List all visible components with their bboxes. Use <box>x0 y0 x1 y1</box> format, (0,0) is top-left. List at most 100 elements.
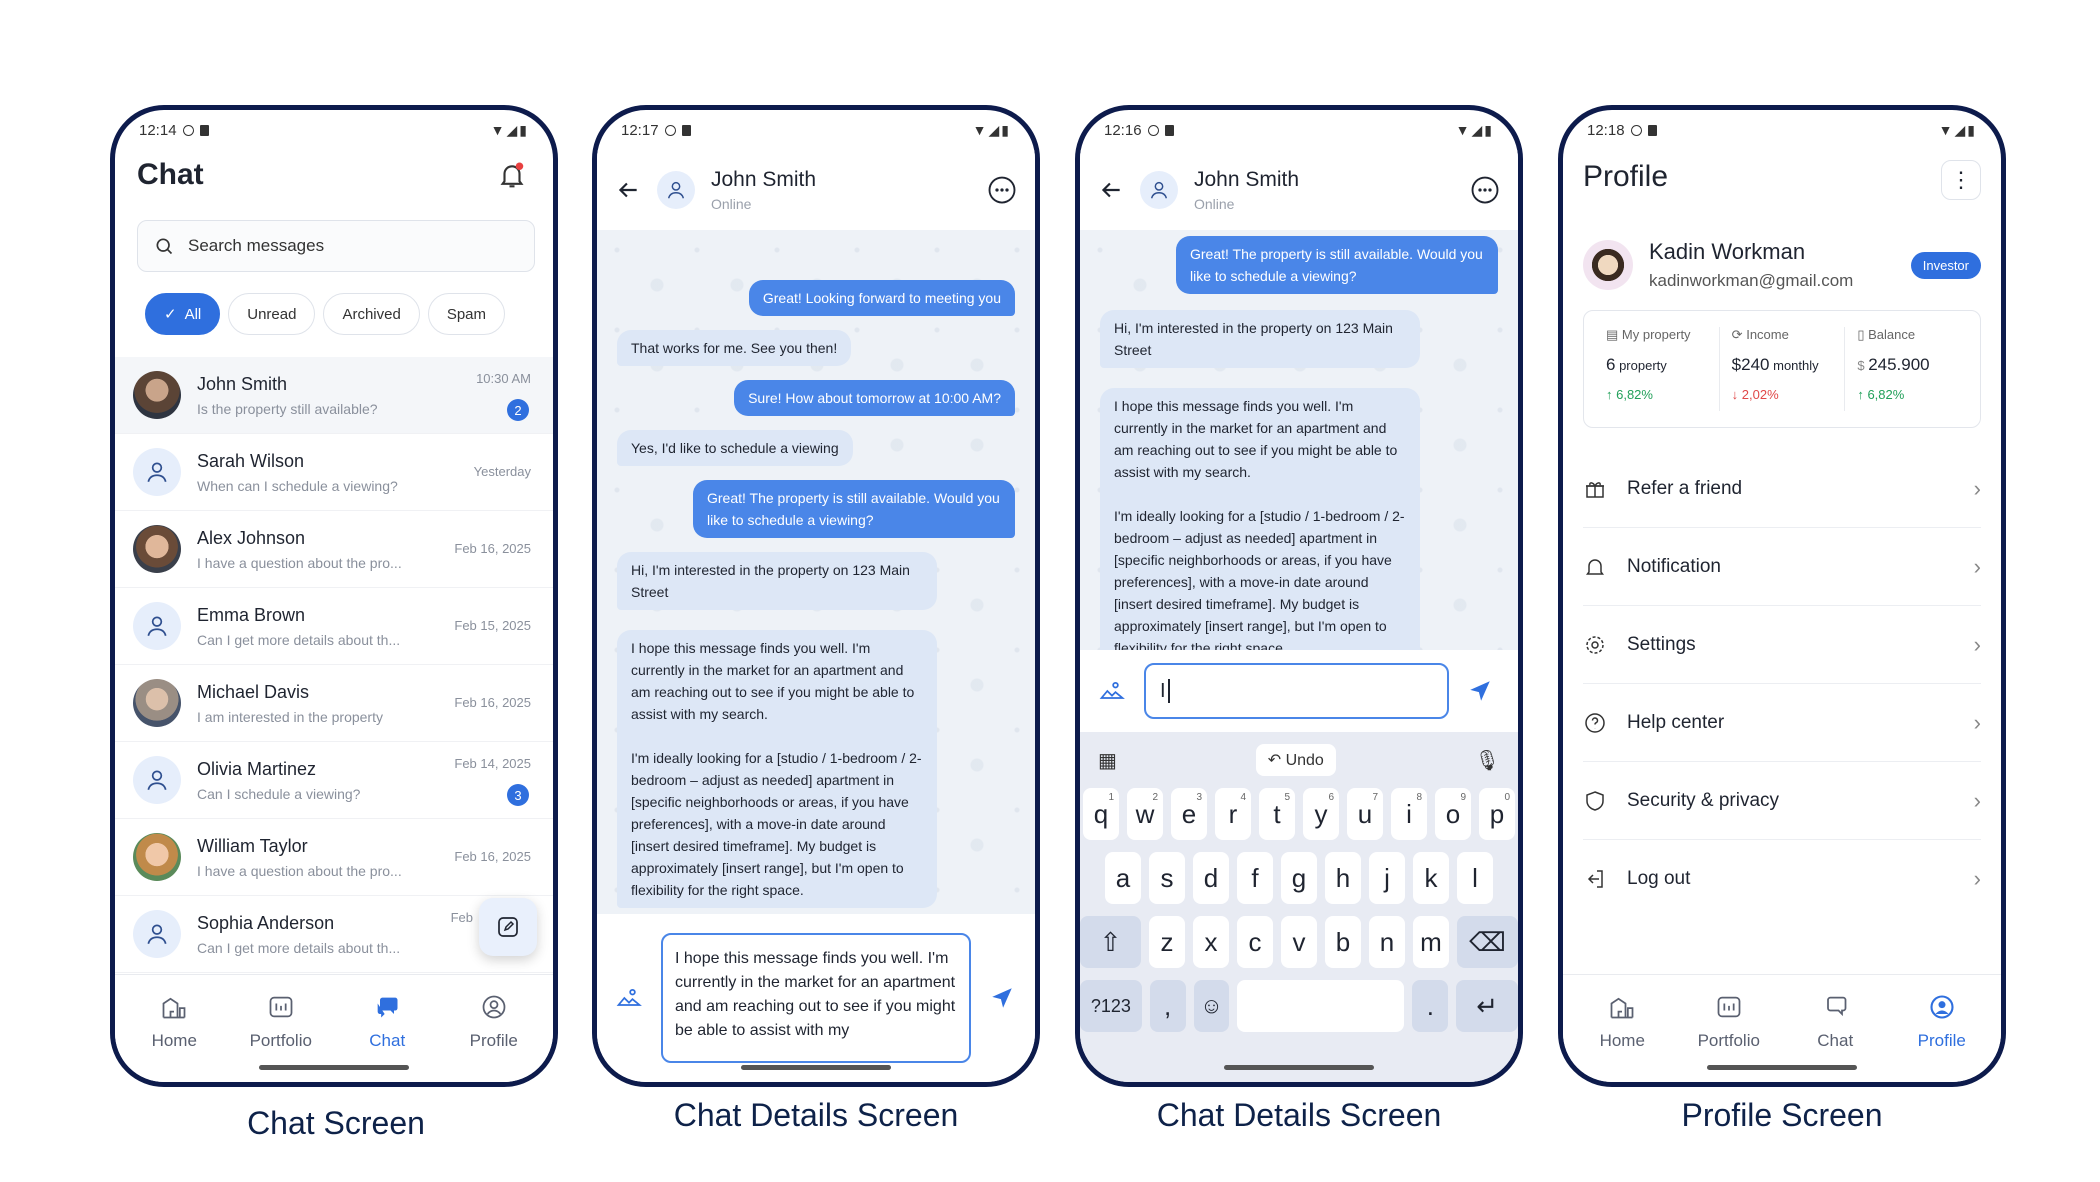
key-c[interactable]: c <box>1237 916 1273 968</box>
nav-home[interactable]: Home <box>1577 993 1667 1082</box>
stat-label: My property <box>1621 327 1691 342</box>
apps-grid-icon[interactable]: ▦ <box>1098 748 1117 773</box>
menu-log-out[interactable]: Log out › <box>1583 840 1981 918</box>
message-outgoing: Great! The property is still available. … <box>693 480 1015 538</box>
backspace-key[interactable]: ⌫ <box>1457 916 1518 968</box>
nav-label: Home <box>151 1031 197 1050</box>
nav-label: Profile <box>469 1031 518 1050</box>
chat-preview: Can I get more details about th... <box>197 631 401 648</box>
nav-label: Portfolio <box>1697 1031 1760 1050</box>
image-attach-icon[interactable] <box>615 984 643 1012</box>
more-options-icon[interactable] <box>987 175 1017 205</box>
chat-time: Feb 16, 2025 <box>454 695 531 710</box>
input-text: I <box>1160 679 1166 702</box>
key-b[interactable]: b <box>1325 916 1361 968</box>
shift-key[interactable]: ⇧ <box>1080 916 1141 968</box>
send-icon[interactable] <box>1467 678 1493 704</box>
user-card: Kadin Workman kadinworkman@gmail.com Inve… <box>1583 230 1981 300</box>
key-t[interactable]: t5 <box>1259 788 1295 840</box>
key-a[interactable]: a <box>1105 852 1141 904</box>
key-p[interactable]: p0 <box>1479 788 1515 840</box>
chat-preview: Is the property still available? <box>197 400 378 417</box>
key-number-hint: 3 <box>1196 792 1202 803</box>
chip-spam[interactable]: Spam <box>427 293 505 335</box>
chip-archived[interactable]: Archived <box>323 293 420 335</box>
compose-button[interactable] <box>479 898 537 956</box>
key-u[interactable]: u7 <box>1347 788 1383 840</box>
key-h[interactable]: h <box>1325 852 1361 904</box>
menu-notification[interactable]: Notification › <box>1583 528 1981 606</box>
chat-row[interactable]: Alex Johnson I have a question about the … <box>115 511 553 588</box>
key-r[interactable]: r4 <box>1215 788 1251 840</box>
key-f[interactable]: f <box>1237 852 1273 904</box>
nav-profile[interactable]: Profile <box>449 993 539 1082</box>
user-placeholder-icon <box>133 910 181 958</box>
chat-row[interactable]: Emma Brown Can I get more details about t… <box>115 588 553 665</box>
key-v[interactable]: v <box>1281 916 1317 968</box>
user-placeholder-icon <box>133 448 181 496</box>
chat-list: John Smith Is the property still availabl… <box>115 357 553 973</box>
chat-row[interactable]: Michael Davis I am interested in the prop… <box>115 665 553 742</box>
period-key[interactable]: . <box>1412 980 1449 1032</box>
key-g[interactable]: g <box>1281 852 1317 904</box>
key-y[interactable]: y6 <box>1303 788 1339 840</box>
chat-row[interactable]: Sarah Wilson When can I schedule a viewin… <box>115 434 553 511</box>
message-input[interactable]: I <box>1144 663 1449 719</box>
send-icon[interactable] <box>989 985 1015 1011</box>
back-arrow-icon[interactable] <box>1098 177 1124 203</box>
message-outgoing: Great! The property is still available. … <box>1176 236 1498 294</box>
menu-settings[interactable]: Settings › <box>1583 606 1981 684</box>
menu-security-privacy[interactable]: Security & privacy › <box>1583 762 1981 840</box>
back-arrow-icon[interactable] <box>615 177 641 203</box>
key-w[interactable]: w2 <box>1127 788 1163 840</box>
nav-profile[interactable]: Profile <box>1897 993 1987 1082</box>
enter-key[interactable]: ↵ <box>1456 980 1518 1032</box>
key-q[interactable]: q1 <box>1083 788 1119 840</box>
key-z[interactable]: z <box>1149 916 1185 968</box>
home-indicator <box>1224 1065 1374 1070</box>
key-o[interactable]: o9 <box>1435 788 1471 840</box>
message-incoming: I hope this message finds you well. I'm … <box>617 630 937 908</box>
more-options-icon[interactable] <box>1470 175 1500 205</box>
key-m[interactable]: m <box>1413 916 1449 968</box>
chat-time: Yesterday <box>473 464 531 479</box>
filter-chips: ✓ All Unread Archived Spam <box>145 293 505 335</box>
key-j[interactable]: j <box>1369 852 1405 904</box>
key-i[interactable]: i8 <box>1391 788 1427 840</box>
menu-refer-friend[interactable]: Refer a friend › <box>1583 450 1981 528</box>
key-x[interactable]: x <box>1193 916 1229 968</box>
message-input[interactable]: I hope this message finds you well. I'm … <box>661 933 971 1063</box>
key-l[interactable]: l <box>1457 852 1493 904</box>
chip-all[interactable]: ✓ All <box>145 293 221 335</box>
space-key[interactable] <box>1237 980 1405 1032</box>
on-screen-keyboard: ▦ ↶ Undo 🎙 q1w2e3r4t5y6u7i8o9p0 asdfghjk… <box>1080 732 1518 1082</box>
menu-help-center[interactable]: Help center › <box>1583 684 1981 762</box>
nav-home[interactable]: Home <box>129 993 219 1082</box>
emoji-key[interactable]: ☺ <box>1193 980 1230 1032</box>
microphone-icon[interactable]: 🎙 <box>1475 748 1500 773</box>
chat-row[interactable]: William Taylor I have a question about th… <box>115 819 553 896</box>
image-attach-icon[interactable] <box>1098 677 1126 705</box>
chip-unread[interactable]: Unread <box>228 293 316 335</box>
notification-bell-icon[interactable] <box>497 160 527 190</box>
chat-header: John Smith Online <box>1080 150 1518 230</box>
more-options-button[interactable]: ⋮ <box>1941 160 1981 200</box>
chat-row[interactable]: John Smith Is the property still availabl… <box>115 357 553 434</box>
key-n[interactable]: n <box>1369 916 1405 968</box>
chat-icon <box>377 997 398 1018</box>
chat-row[interactable]: Olivia Martinez Can I schedule a viewing?… <box>115 742 553 819</box>
undo-button[interactable]: ↶ Undo <box>1255 744 1336 776</box>
contact-name: John Smith <box>711 168 817 191</box>
chat-time: Feb 16, 2025 <box>454 541 531 556</box>
profile-icon <box>482 995 506 1019</box>
comma-key[interactable]: , <box>1149 980 1186 1032</box>
key-k[interactable]: k <box>1413 852 1449 904</box>
stat-income: ⟳ Income $240 monthly ↓ 2,02% <box>1720 327 1846 411</box>
key-s[interactable]: s <box>1149 852 1185 904</box>
key-e[interactable]: e3 <box>1171 788 1207 840</box>
symbols-key[interactable]: ?123 <box>1080 980 1142 1032</box>
help-icon <box>1585 712 1605 733</box>
key-d[interactable]: d <box>1193 852 1229 904</box>
search-input[interactable]: Search messages <box>137 220 535 272</box>
keyboard-row: ?123 , ☺ . ↵ <box>1080 980 1518 1032</box>
